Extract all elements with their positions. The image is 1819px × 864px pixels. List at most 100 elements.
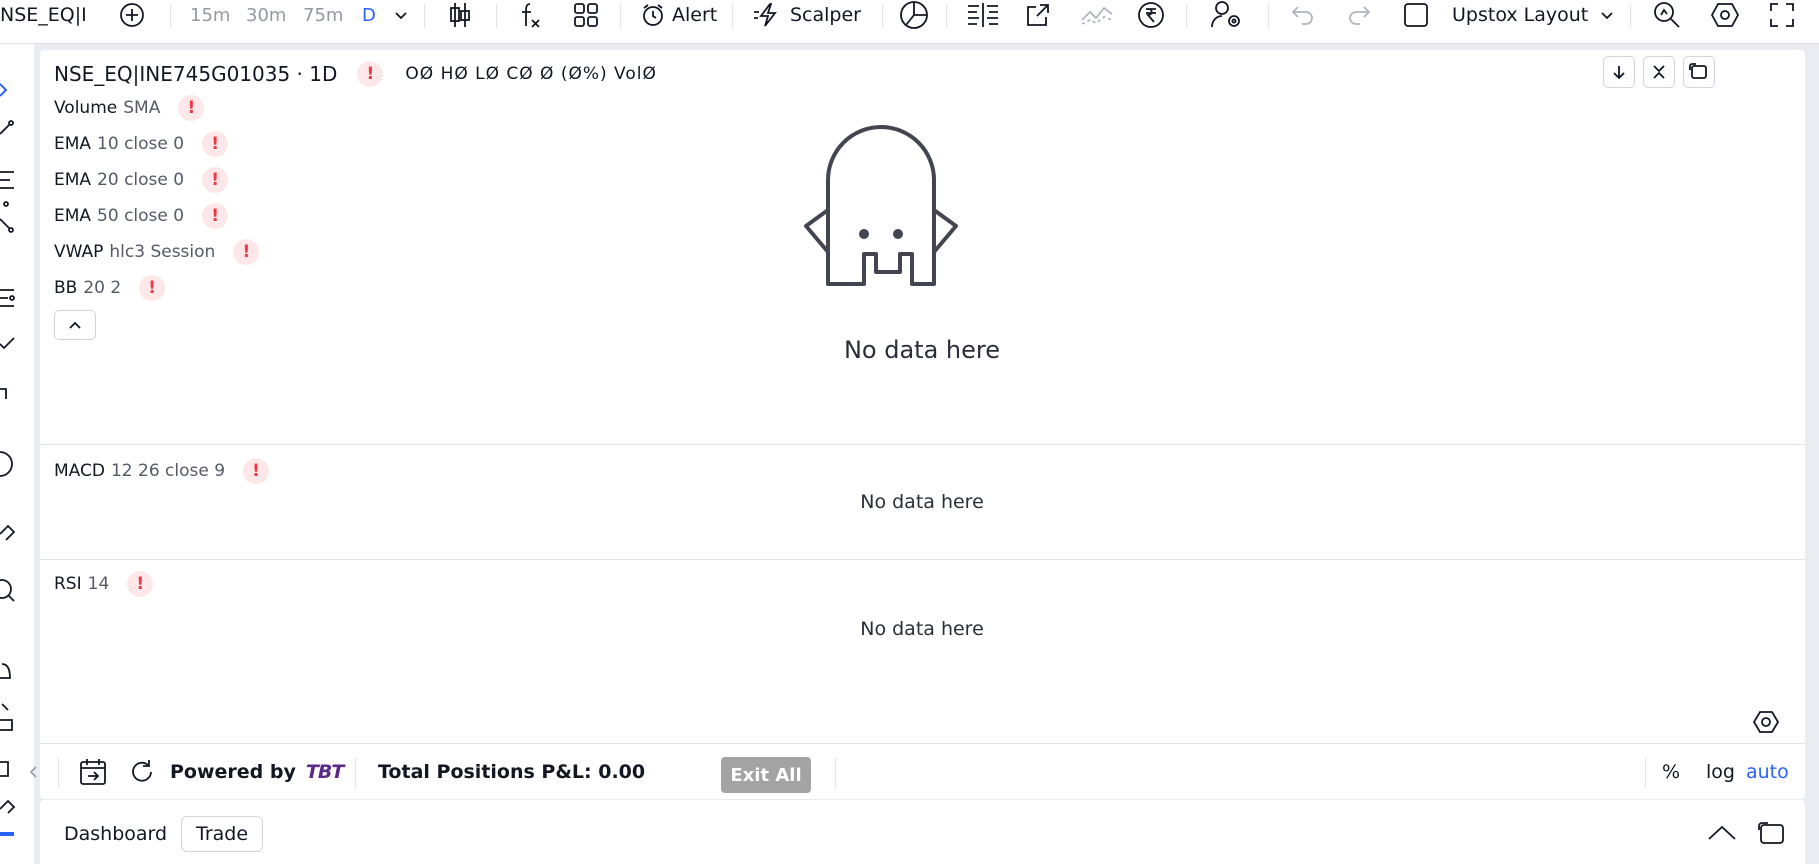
calendar-goto-icon[interactable] — [78, 744, 108, 800]
indicator-params: 14 — [87, 574, 110, 594]
fullscreen-icon[interactable] — [1768, 0, 1796, 30]
refresh-icon[interactable] — [128, 744, 156, 800]
compare-lines-icon — [1080, 0, 1114, 30]
layout-square-icon[interactable] — [1402, 0, 1430, 30]
top-toolbar: NSE_EQ|I 15m 30m 75m D Alert Scalper Ups… — [0, 0, 1819, 44]
layout-selector[interactable]: Upstox Layout — [1452, 0, 1616, 30]
interval-d[interactable]: D — [362, 0, 376, 30]
maximize-icon — [1689, 63, 1707, 79]
warning-badge[interactable]: ! — [139, 275, 166, 301]
ghost-icon — [804, 125, 958, 286]
indicator-name: VWAP — [54, 242, 104, 262]
total-pnl: Total Positions P&L: 0.00 — [378, 761, 646, 783]
collapse-left-chevron-icon[interactable] — [28, 744, 40, 800]
warning-badge[interactable]: ! — [233, 239, 260, 265]
macd-no-data-text: No data here — [860, 491, 984, 513]
indicator-name: EMA — [54, 170, 92, 190]
ohlc-readout: OØ HØ LØ CØ Ø (Ø%) VolØ — [405, 64, 657, 84]
option-chain-icon[interactable] — [966, 0, 1000, 30]
rupee-icon[interactable] — [1136, 0, 1166, 30]
exit-all-button[interactable]: Exit All — [721, 757, 811, 793]
chart-title-row: NSE_EQ|INE745G01035 · 1D ! OØ HØ LØ CØ Ø… — [54, 60, 657, 88]
warning-badge[interactable]: ! — [127, 571, 154, 597]
interval-dropdown-chevron-icon[interactable] — [392, 0, 410, 30]
alert-label: Alert — [672, 4, 718, 26]
tbt-logo: TBT — [305, 761, 344, 783]
indicator-params: hlc3 Session — [109, 242, 216, 262]
rsi-no-data-text: No data here — [860, 618, 984, 640]
warning-badge[interactable]: ! — [202, 203, 229, 229]
indicator-volume[interactable]: Volume SMA ! — [54, 95, 205, 121]
compare-add-icon[interactable] — [118, 0, 146, 30]
interval-15m[interactable]: 15m — [190, 0, 230, 30]
warning-badge[interactable]: ! — [178, 95, 205, 121]
indicator-name: EMA — [54, 134, 92, 154]
tab-trade[interactable]: Trade — [181, 816, 264, 852]
chevron-down-icon — [1601, 12, 1613, 20]
indicator-params: 12 26 close 9 — [110, 461, 226, 481]
indicator-name: EMA — [54, 206, 92, 226]
dashboard-bar: Dashboard Trade — [40, 800, 1805, 864]
warning-badge[interactable]: ! — [202, 167, 229, 193]
chart-status-bar: Powered by TBT Total Positions P&L: 0.00… — [29, 743, 1805, 800]
undo-icon[interactable] — [1290, 0, 1316, 30]
scalper-button[interactable]: Scalper — [752, 0, 861, 30]
tab-dashboard[interactable]: Dashboard — [50, 816, 181, 852]
indicator-params: 10 close 0 — [97, 134, 185, 154]
user-settings-icon[interactable] — [1210, 0, 1244, 30]
settings-hex-icon[interactable] — [1710, 0, 1740, 30]
powered-by: Powered by TBT — [170, 744, 344, 800]
expand-panel-chevron-up-icon[interactable] — [1706, 822, 1738, 844]
warning-badge[interactable]: ! — [357, 61, 384, 87]
alert-button[interactable]: Alert — [640, 0, 717, 30]
indicator-name: BB — [54, 278, 78, 298]
interval-30m[interactable]: 30m — [246, 0, 286, 30]
indicator-params: SMA — [123, 98, 161, 118]
indicator-params: 20 2 — [83, 278, 122, 298]
warning-badge[interactable]: ! — [243, 458, 270, 484]
percent-scale-toggle[interactable]: % — [1662, 744, 1680, 800]
symbol-label: NSE_EQ|I — [0, 4, 87, 26]
indicator-params: 50 close 0 — [97, 206, 185, 226]
collapse-pane-button[interactable] — [1643, 56, 1675, 88]
indicator-vwap[interactable]: VWAP hlc3 Session ! — [54, 239, 260, 265]
redo-icon[interactable] — [1346, 0, 1372, 30]
maximize-pane-button[interactable] — [1683, 56, 1715, 88]
indicators-fx-icon[interactable] — [516, 0, 544, 30]
indicator-name: Volume — [54, 98, 118, 118]
symbol-search[interactable]: NSE_EQ|I — [0, 0, 87, 30]
quick-search-icon[interactable] — [1652, 0, 1682, 30]
candle-type-icon[interactable] — [446, 0, 474, 30]
panel-maximize-icon[interactable] — [1758, 820, 1786, 848]
drawing-tools-strip — [0, 44, 34, 864]
chart-panel: NSE_EQ|INE745G01035 · 1D ! OØ HØ LØ CØ Ø… — [29, 50, 1805, 800]
indicator-bb[interactable]: BB 20 2 ! — [54, 275, 166, 301]
templates-grid-icon[interactable] — [572, 0, 600, 30]
indicator-ema-20[interactable]: EMA 20 close 0 ! — [54, 167, 229, 193]
collapse-icon — [1653, 65, 1665, 79]
interval-75m[interactable]: 75m — [303, 0, 343, 30]
popout-icon[interactable] — [1024, 0, 1052, 30]
indicator-name: RSI — [54, 574, 82, 594]
auto-scale-toggle[interactable]: auto — [1746, 744, 1789, 800]
layout-label: Upstox Layout — [1452, 4, 1589, 26]
arrow-down-icon — [1613, 66, 1625, 80]
collapse-legend-button[interactable] — [54, 310, 96, 340]
indicator-ema-10[interactable]: EMA 10 close 0 ! — [54, 131, 229, 157]
indicator-name: MACD — [54, 461, 105, 481]
scalper-label: Scalper — [790, 4, 861, 26]
chevron-up-icon — [69, 321, 81, 329]
drawing-tools-icon[interactable] — [0, 44, 34, 864]
alarm-clock-icon — [643, 4, 663, 26]
log-scale-toggle[interactable]: log — [1706, 744, 1735, 800]
main-no-data-text: No data here — [843, 336, 1001, 364]
indicator-ema-50[interactable]: EMA 50 close 0 ! — [54, 203, 229, 229]
indicator-rsi[interactable]: RSI 14 ! — [54, 571, 154, 597]
chart-title[interactable]: NSE_EQ|INE745G01035 · 1D — [54, 62, 337, 86]
move-pane-down-button[interactable] — [1603, 56, 1635, 88]
indicator-macd[interactable]: MACD 12 26 close 9 ! — [54, 458, 270, 484]
pie-chart-icon[interactable] — [898, 0, 930, 30]
warning-badge[interactable]: ! — [202, 131, 229, 157]
lightning-icon — [754, 3, 777, 27]
chart-settings-icon[interactable] — [1752, 708, 1780, 736]
